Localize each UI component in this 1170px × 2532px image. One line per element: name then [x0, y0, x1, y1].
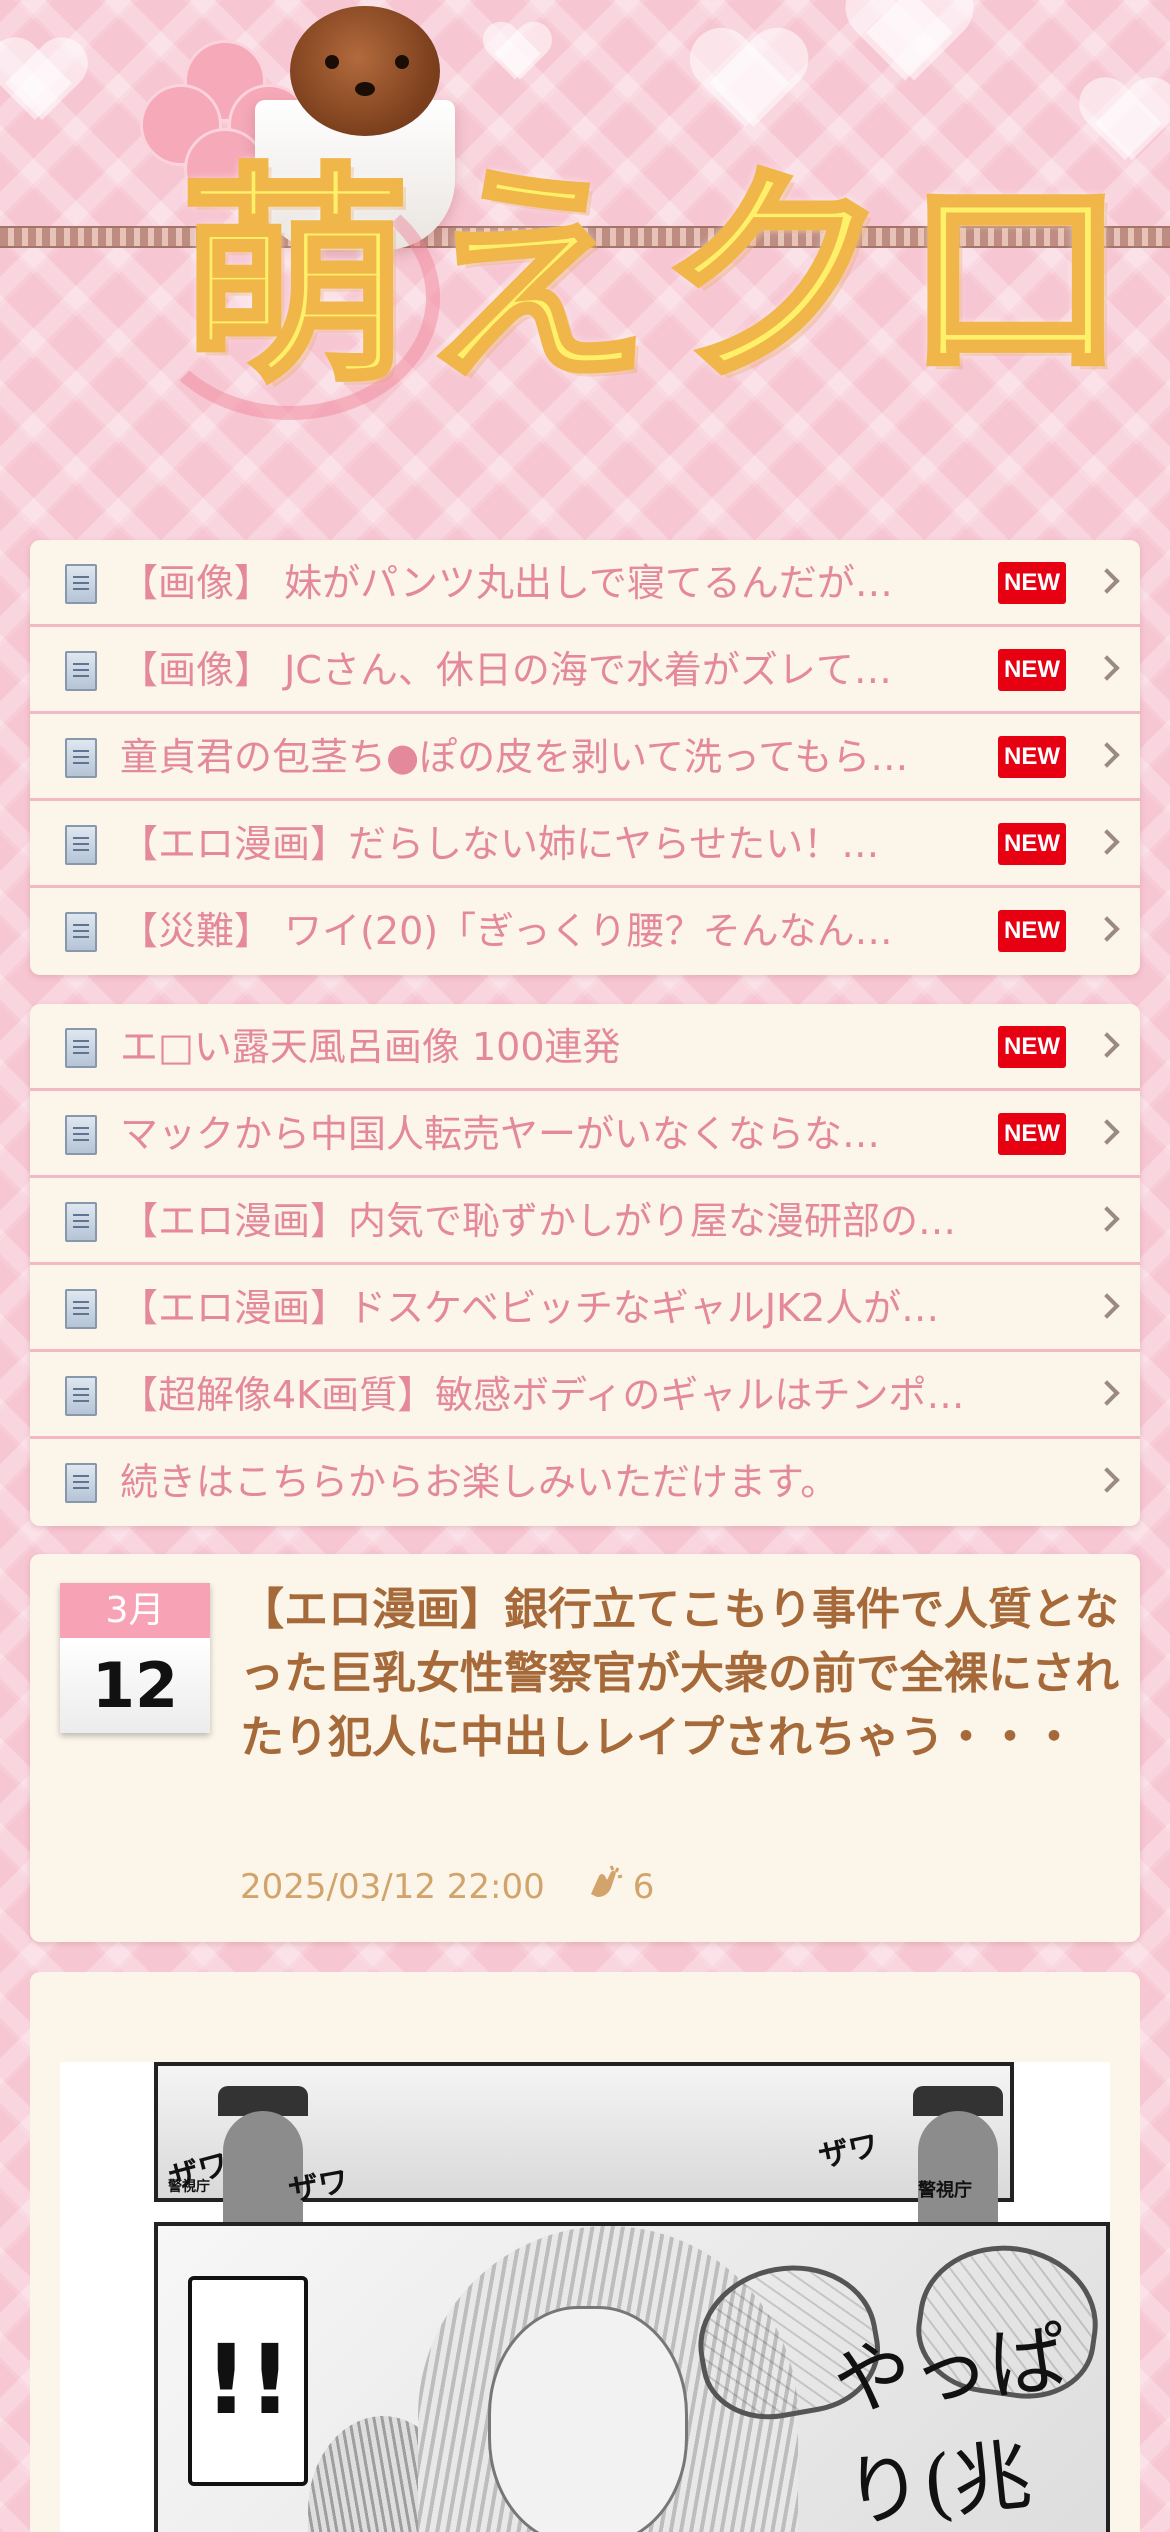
heart-decoration — [0, 40, 80, 130]
heart-decoration — [847, 0, 964, 94]
list-item[interactable]: マックから中国人転売ヤーがいなくならな… NEW — [30, 1091, 1140, 1178]
site-header: 萌えクロ — [0, 0, 1170, 520]
date-badge: 3月 12 — [60, 1583, 210, 1733]
related-list-top: 【画像】 妹がパンツ丸出しで寝てるんだが… NEW 【画像】 JCさん、休日の海… — [30, 540, 1140, 975]
chevron-right-icon — [1094, 1119, 1120, 1145]
list-item-label: エ□い露天風呂画像 100連発 — [120, 1025, 621, 1069]
list-item[interactable]: 【画像】 JCさん、休日の海で水着がズレて… NEW — [30, 627, 1140, 714]
chevron-right-icon — [1094, 1032, 1120, 1058]
chevron-right-icon — [1094, 1380, 1120, 1406]
related-list-bottom: エ□い露天風呂画像 100連発 NEW マックから中国人転売ヤーがいなくならな…… — [30, 1004, 1140, 1526]
new-badge: NEW — [998, 562, 1066, 604]
document-icon — [65, 738, 97, 778]
document-icon — [65, 1028, 97, 1068]
article-datetime: 2025/03/12 22:00 — [240, 1866, 545, 1907]
chevron-right-icon — [1094, 1206, 1120, 1232]
new-badge: NEW — [998, 823, 1066, 865]
dog-eye — [325, 55, 339, 69]
manga-panel-top: ザワ ザワ ザワ 警視庁 警視庁 — [154, 2062, 1014, 2231]
chevron-right-icon — [1094, 916, 1120, 942]
list-item[interactable]: 【画像】 妹がパンツ丸出しで寝てるんだが… NEW — [30, 540, 1140, 627]
new-badge: NEW — [998, 910, 1066, 952]
article-header: 3月 12 【エロ漫画】銀行立てこもり事件で人質となった巨乳女性警察官が大衆の前… — [30, 1554, 1140, 1942]
list-item-label: 【エロ漫画】内気で恥ずかしがり屋な漫研部の… — [120, 1199, 957, 1243]
chevron-right-icon — [1094, 829, 1120, 855]
continue-link-label: 続きはこちらからお楽しみいただけます。 — [120, 1460, 839, 1504]
article-title: 【エロ漫画】銀行立てこもり事件で人質となった巨乳女性警察官が大衆の前で全裸にされ… — [240, 1584, 1120, 1763]
list-item[interactable]: 童貞君の包茎ち●ぽの皮を剥いて洗ってもら… NEW — [30, 714, 1140, 801]
list-item[interactable]: 【エロ漫画】だらしない姉にヤらせたい！… NEW — [30, 801, 1140, 888]
new-badge: NEW — [998, 1113, 1066, 1155]
list-item-label: 【画像】 JCさん、休日の海で水着がズレて… — [120, 648, 892, 692]
dog-nose — [355, 82, 375, 96]
list-item-label: マックから中国人転売ヤーがいなくならな… — [120, 1112, 881, 1156]
list-item-label: 【超解像4K画質】敏感ボディのギャルはチンポ… — [120, 1373, 965, 1417]
continue-link[interactable]: 続きはこちらからお楽しみいただけます。 — [30, 1439, 1140, 1526]
article-meta: 2025/03/12 22:00 6 — [240, 1864, 654, 1909]
heart-decoration — [484, 24, 547, 87]
list-item[interactable]: 【超解像4K画質】敏感ボディのギャルはチンポ… — [30, 1352, 1140, 1439]
manga-sfx: ザワ — [286, 2164, 352, 2209]
list-item[interactable]: 【災難】 ワイ(20)「ぎっくり腰？そんなん… NEW — [30, 888, 1140, 975]
document-icon — [65, 1115, 97, 1155]
manga-sfx: ザワ — [815, 2128, 882, 2175]
document-icon — [65, 912, 97, 952]
dog-eye — [395, 55, 409, 69]
list-item-label: 【エロ漫画】ドスケベビッチなギャルJK2人が… — [120, 1286, 940, 1330]
list-item-label: 【エロ漫画】だらしない姉にヤらせたい！… — [120, 822, 880, 866]
manga-badge: 警視庁 — [918, 2180, 972, 2201]
chevron-right-icon — [1094, 1293, 1120, 1319]
chevron-right-icon — [1094, 655, 1120, 681]
document-icon — [65, 825, 97, 865]
new-badge: NEW — [998, 649, 1066, 691]
date-month: 3月 — [60, 1583, 210, 1638]
manga-speech-bubble: !! — [188, 2276, 308, 2486]
document-icon — [65, 564, 97, 604]
chevron-right-icon — [1094, 742, 1120, 768]
new-badge: NEW — [998, 736, 1066, 778]
document-icon — [65, 651, 97, 691]
list-item[interactable]: エ□い露天風呂画像 100連発 NEW — [30, 1004, 1140, 1091]
chevron-right-icon — [1094, 568, 1120, 594]
article-body: ザワ ザワ ザワ 警視庁 警視庁 !! やっぱり(兆 — [30, 1972, 1140, 2532]
dog-image — [290, 6, 440, 136]
chevron-right-icon — [1094, 1467, 1120, 1493]
list-item[interactable]: 【エロ漫画】内気で恥ずかしがり屋な漫研部の… — [30, 1178, 1140, 1265]
manga-badge: 警視庁 — [168, 2179, 210, 2195]
list-item-label: 【災難】 ワイ(20)「ぎっくり腰？そんなん… — [120, 909, 893, 953]
document-icon — [65, 1289, 97, 1329]
clap-icon[interactable] — [585, 1864, 625, 1909]
document-icon — [65, 1463, 97, 1503]
manga-character-face — [488, 2306, 688, 2532]
document-icon — [65, 1202, 97, 1242]
date-day: 12 — [60, 1638, 210, 1733]
document-icon — [65, 1376, 97, 1416]
police-figure — [918, 2111, 998, 2231]
heart-decoration — [691, 31, 799, 139]
list-item[interactable]: 【エロ漫画】ドスケベビッチなギャルJK2人が… — [30, 1265, 1140, 1352]
manga-panel-main: !! やっぱり(兆 — [154, 2222, 1110, 2532]
site-logo[interactable]: 萌えクロ — [177, 147, 1140, 413]
new-badge: NEW — [998, 1026, 1066, 1068]
manga-image: ザワ ザワ ザワ 警視庁 警視庁 !! やっぱり(兆 — [60, 2062, 1110, 2532]
list-item-label: 童貞君の包茎ち●ぽの皮を剥いて洗ってもら… — [120, 735, 909, 779]
manga-speech-text: やっぱり(兆 — [828, 2314, 1072, 2532]
clap-count: 6 — [632, 1866, 655, 1907]
list-item-label: 【画像】 妹がパンツ丸出しで寝てるんだが… — [120, 561, 893, 605]
